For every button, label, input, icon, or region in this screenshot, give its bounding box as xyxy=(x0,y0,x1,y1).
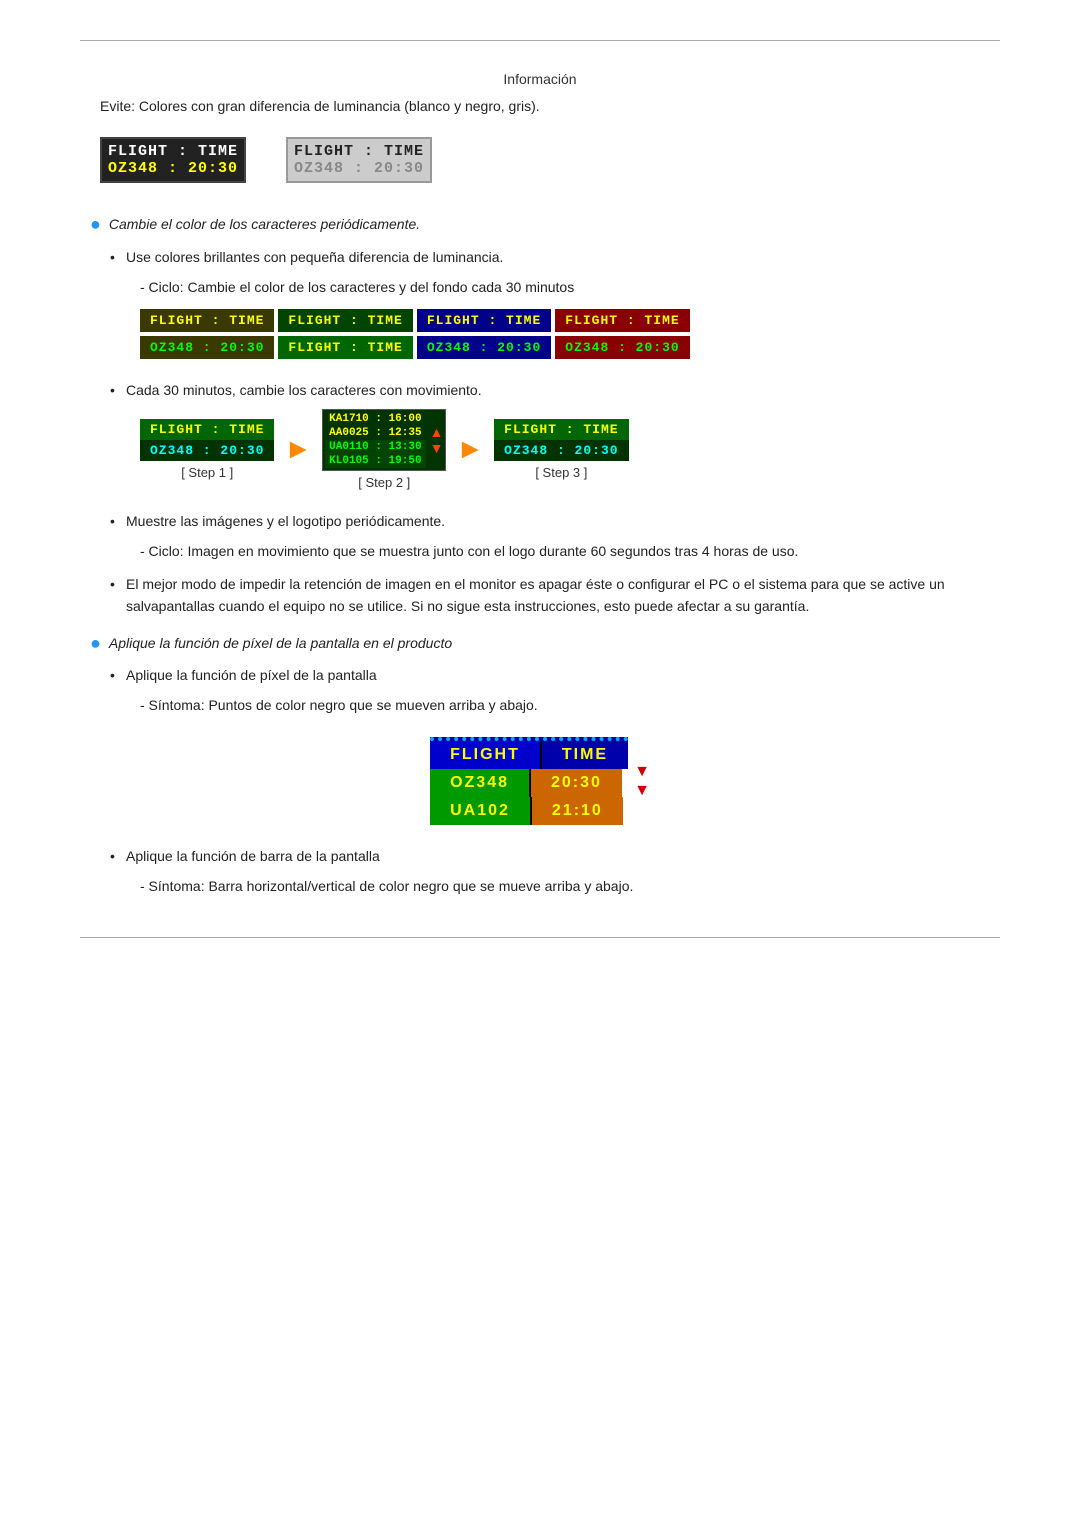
plain-bullet-5: Aplique la función de píxel de la pantal… xyxy=(110,664,1000,686)
step-2-display: KA1710 : 16:00 AA0025 : 12:35 UA0110 : 1… xyxy=(322,409,446,471)
step-2-line-2: AA0025 : 12:35 xyxy=(325,426,425,440)
cycle-header-4: FLIGHT : TIME xyxy=(555,309,689,332)
step-3-label: [ Step 3 ] xyxy=(494,465,628,480)
arrow-2-icon: ► xyxy=(456,433,484,465)
pixel-data-ua102: UA102 xyxy=(430,797,530,825)
step-2-content: KA1710 : 16:00 AA0025 : 12:35 UA0110 : 1… xyxy=(325,412,425,468)
step-2-box: KA1710 : 16:00 AA0025 : 12:35 UA0110 : 1… xyxy=(322,409,446,490)
step-3-display: FLIGHT : TIME OZ348 : 20:30 xyxy=(494,419,628,461)
plain-bullet-1: Use colores brillantes con pequeña difer… xyxy=(110,246,1000,268)
cycle-headers-row: FLIGHT : TIME FLIGHT : TIME FLIGHT : TIM… xyxy=(140,309,1000,332)
steps-row: FLIGHT : TIME OZ348 : 20:30 [ Step 1 ] ►… xyxy=(140,409,1000,490)
pixel-data-2030: 20:30 xyxy=(531,769,622,797)
down-arrow-2-icon: ▼ xyxy=(634,781,650,800)
step-3-data: OZ348 : 20:30 xyxy=(494,440,628,461)
gray-flight-display: FLIGHT : TIME OZ348 : 20:30 xyxy=(286,137,432,183)
dark-display-header: FLIGHT : TIME xyxy=(108,143,238,160)
plain-bullet-3: Muestre las imágenes y el logotipo perió… xyxy=(110,510,1000,532)
pixel-with-arrow: FLIGHT TIME OZ348 20:30 UA102 21:10 ▼ ▼ xyxy=(430,737,650,825)
page-container: Información Evite: Colores con gran dife… xyxy=(0,0,1080,998)
dark-display-data: OZ348 : 20:30 xyxy=(108,160,238,177)
bottom-rule xyxy=(80,937,1000,938)
step-1-box: FLIGHT : TIME OZ348 : 20:30 [ Step 1 ] xyxy=(140,419,274,480)
plain-bullet-2: Cada 30 minutos, cambie los caracteres c… xyxy=(110,379,1000,401)
sub-text-2: - Ciclo: Imagen en movimiento que se mue… xyxy=(140,540,1000,562)
step-1-header: FLIGHT : TIME xyxy=(140,419,274,440)
step-1-display: FLIGHT : TIME OZ348 : 20:30 xyxy=(140,419,274,461)
page-title: Información xyxy=(80,71,1000,87)
step-2-row: KA1710 : 16:00 AA0025 : 12:35 UA0110 : 1… xyxy=(325,412,443,468)
cycle-data-2: FLIGHT : TIME xyxy=(278,336,412,359)
step-2-label: [ Step 2 ] xyxy=(322,475,446,490)
bullet-1-text: Cambie el color de los caracteres periód… xyxy=(109,213,420,235)
blue-bullet-1: ● Cambie el color de los caracteres peri… xyxy=(90,213,1000,235)
pixel-header-time: TIME xyxy=(542,741,628,769)
scroll-up-icon: ▲ xyxy=(430,424,444,440)
sub-text-3: - Síntoma: Puntos de color negro que se … xyxy=(140,694,1000,716)
sub-text-4: - Síntoma: Barra horizontal/vertical de … xyxy=(140,875,1000,897)
pixel-header-flight: FLIGHT xyxy=(430,741,540,769)
comparison-row: FLIGHT : TIME OZ348 : 20:30 FLIGHT : TIM… xyxy=(100,137,1000,183)
step-2-line-3: UA0110 : 13:30 xyxy=(325,440,425,454)
blue-bullet-2: ● Aplique la función de píxel de la pant… xyxy=(90,632,1000,654)
scroll-arrows: ▲ ▼ xyxy=(430,424,444,456)
step-3-header: FLIGHT : TIME xyxy=(494,419,628,440)
cycle-data-1: OZ348 : 20:30 xyxy=(140,336,274,359)
pixel-data-row-2: UA102 21:10 xyxy=(430,797,628,825)
step-2-line-4: KL0105 : 19:50 xyxy=(325,454,425,468)
dark-flight-display: FLIGHT : TIME OZ348 : 20:30 xyxy=(100,137,246,183)
cycle-section: FLIGHT : TIME FLIGHT : TIME FLIGHT : TIM… xyxy=(140,309,1000,359)
pixel-data-2110: 21:10 xyxy=(532,797,623,825)
blue-dot-icon: ● xyxy=(90,214,101,235)
intro-text: Evite: Colores con gran diferencia de lu… xyxy=(100,95,1000,117)
plain-bullet-4: El mejor modo de impedir la retención de… xyxy=(110,573,1000,618)
top-rule xyxy=(80,40,1000,41)
pixel-display: FLIGHT TIME OZ348 20:30 UA102 21:10 xyxy=(430,737,628,825)
blue-dot-2-icon: ● xyxy=(90,633,101,654)
bullet-2-text: Aplique la función de píxel de la pantal… xyxy=(109,632,452,654)
step-1-label: [ Step 1 ] xyxy=(140,465,274,480)
cycle-header-1: FLIGHT : TIME xyxy=(140,309,274,332)
plain-bullet-6: Aplique la función de barra de la pantal… xyxy=(110,845,1000,867)
down-arrow-1-icon: ▼ xyxy=(634,762,650,781)
down-arrows: ▼ ▼ xyxy=(634,762,650,800)
step-1-data: OZ348 : 20:30 xyxy=(140,440,274,461)
cycle-data-3: OZ348 : 20:30 xyxy=(417,336,551,359)
gray-display-data: OZ348 : 20:30 xyxy=(294,160,424,177)
step-3-box: FLIGHT : TIME OZ348 : 20:30 [ Step 3 ] xyxy=(494,419,628,480)
cycle-header-2: FLIGHT : TIME xyxy=(278,309,412,332)
cycle-data-4: OZ348 : 20:30 xyxy=(555,336,689,359)
pixel-display-section: FLIGHT TIME OZ348 20:30 UA102 21:10 ▼ ▼ xyxy=(80,737,1000,825)
pixel-data-oz348: OZ348 xyxy=(430,769,529,797)
pixel-data-row-1: OZ348 20:30 xyxy=(430,769,628,797)
arrow-1-icon: ► xyxy=(284,433,312,465)
step-2-line-1: KA1710 : 16:00 xyxy=(325,412,425,426)
sub-text-1: - Ciclo: Cambie el color de los caracter… xyxy=(140,276,1000,298)
gray-display-header: FLIGHT : TIME xyxy=(294,143,424,160)
cycle-data-row: OZ348 : 20:30 FLIGHT : TIME OZ348 : 20:3… xyxy=(140,336,1000,359)
cycle-header-3: FLIGHT : TIME xyxy=(417,309,551,332)
scroll-down-icon: ▼ xyxy=(430,440,444,456)
steps-section: FLIGHT : TIME OZ348 : 20:30 [ Step 1 ] ►… xyxy=(140,409,1000,490)
pixel-header-row: FLIGHT TIME xyxy=(430,737,628,769)
